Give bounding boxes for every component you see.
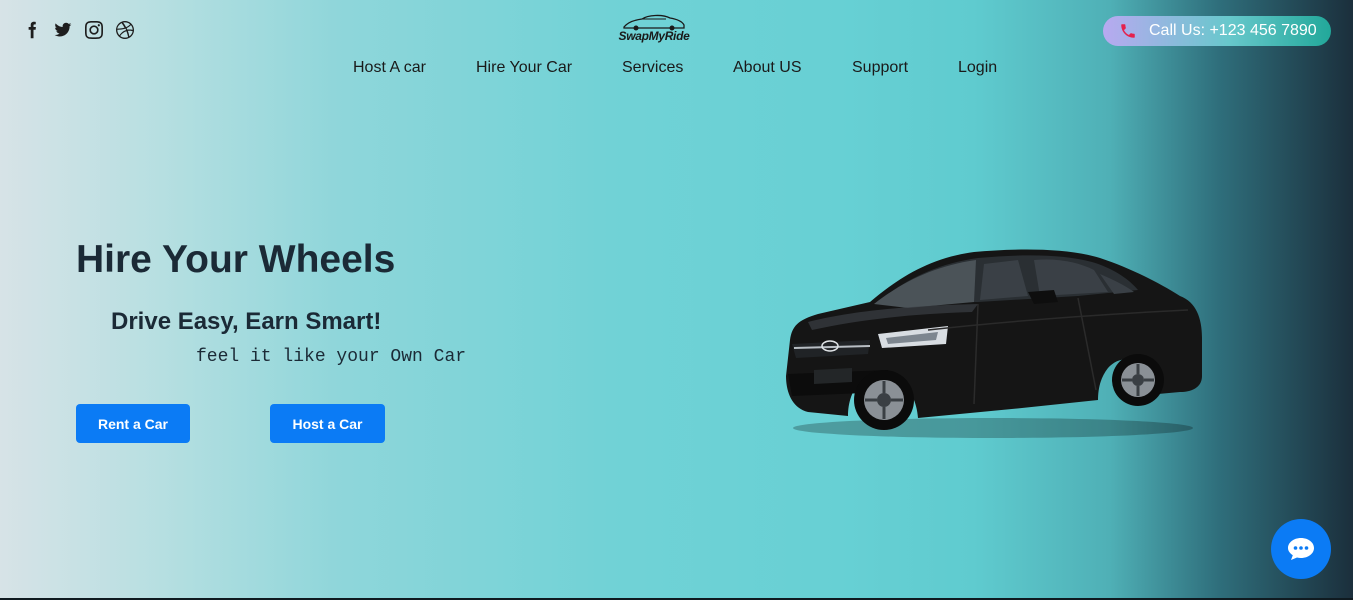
nav-item-hire-your-car[interactable]: Hire Your Car bbox=[476, 59, 572, 77]
nav-item-login[interactable]: Login bbox=[958, 59, 997, 77]
call-us-button[interactable]: Call Us: +123 456 7890 bbox=[1103, 16, 1331, 46]
brand-name: SwapMyRide bbox=[618, 29, 690, 43]
facebook-icon[interactable] bbox=[22, 20, 41, 39]
chat-button[interactable] bbox=[1271, 519, 1331, 579]
hero-title: Hire Your Wheels bbox=[76, 238, 396, 281]
rent-a-car-button[interactable]: Rent a Car bbox=[76, 404, 190, 443]
hero-subtitle: Drive Easy, Earn Smart! bbox=[111, 308, 382, 335]
nav-item-support[interactable]: Support bbox=[852, 59, 908, 77]
instagram-icon[interactable] bbox=[84, 20, 103, 39]
nav-item-about-us[interactable]: About US bbox=[733, 59, 801, 77]
dribbble-icon[interactable] bbox=[115, 20, 134, 39]
phone-icon bbox=[1121, 24, 1135, 38]
host-a-car-button[interactable]: Host a Car bbox=[270, 404, 385, 443]
twitter-icon[interactable] bbox=[53, 20, 72, 39]
car-image bbox=[786, 249, 1202, 438]
social-links bbox=[22, 20, 134, 39]
nav-item-services[interactable]: Services bbox=[622, 59, 683, 77]
hero-tagline: feel it like your Own Car bbox=[196, 347, 467, 367]
chat-bubble-icon bbox=[1288, 538, 1314, 560]
nav-item-host-a-car[interactable]: Host A car bbox=[353, 59, 426, 77]
brand-logo[interactable]: SwapMyRide bbox=[612, 12, 696, 44]
call-us-label: Call Us: +123 456 7890 bbox=[1149, 22, 1317, 39]
